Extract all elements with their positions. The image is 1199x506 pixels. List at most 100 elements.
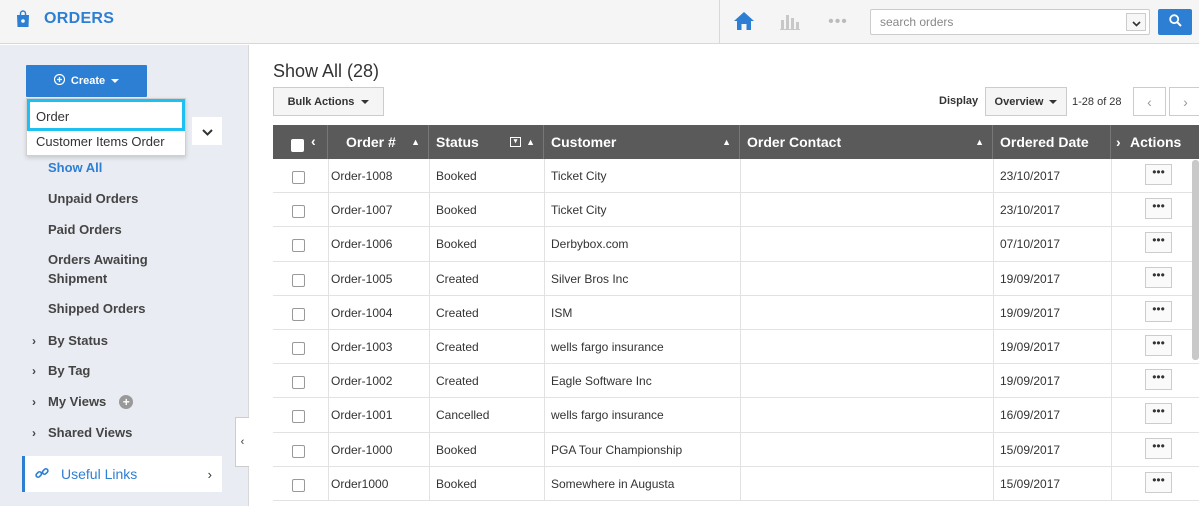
row-checkbox[interactable] xyxy=(292,478,305,492)
chevron-right-icon[interactable]: › xyxy=(1116,125,1121,159)
row-actions-button[interactable]: ••• xyxy=(1145,403,1172,425)
column-divider xyxy=(328,193,329,228)
table-row[interactable]: Order-1002 Created Eagle Software Inc 19/09… xyxy=(273,364,1199,399)
useful-links[interactable]: Useful Links › xyxy=(22,456,222,492)
table-row[interactable]: Order-1003 Created wells fargo insurance 19… xyxy=(273,329,1199,365)
pagination-text: 1-28 of 28 xyxy=(1072,96,1122,108)
column-divider xyxy=(429,329,430,364)
ellipsis-icon: ••• xyxy=(828,13,848,30)
table-row[interactable]: Order-1000 Booked PGA Tour Championship 15/… xyxy=(273,432,1199,467)
column-header-status[interactable]: Status ▾ ▲ xyxy=(429,125,544,159)
column-header-order-number[interactable]: Order # ▲ xyxy=(328,125,429,159)
sidebar-item-shipped-orders[interactable]: Shipped Orders xyxy=(48,299,146,318)
column-divider xyxy=(429,364,430,399)
column-divider xyxy=(993,261,994,296)
select-all-checkbox[interactable] xyxy=(291,139,304,152)
next-page-button[interactable]: › xyxy=(1169,87,1199,116)
filter-icon[interactable]: ▾ xyxy=(510,137,521,147)
bulk-actions-label: Bulk Actions xyxy=(287,95,355,108)
row-checkbox[interactable] xyxy=(292,171,305,184)
row-actions-button[interactable]: ••• xyxy=(1145,369,1172,391)
row-checkbox[interactable] xyxy=(292,273,305,287)
chevron-left-icon: ‹ xyxy=(240,436,245,448)
row-checkbox[interactable] xyxy=(292,205,305,219)
column-header-ordered-date[interactable]: Ordered Date xyxy=(993,125,1111,159)
dropdown-item-customer-items-order[interactable]: Customer Items Order xyxy=(27,131,185,153)
search-button[interactable] xyxy=(1158,9,1192,35)
row-actions-button[interactable]: ••• xyxy=(1145,300,1172,322)
sidebar-item-unpaid-orders[interactable]: Unpaid Orders xyxy=(48,189,138,208)
status-cell: Booked xyxy=(436,442,477,457)
row-checkbox[interactable] xyxy=(292,444,305,458)
row-actions-button[interactable]: ••• xyxy=(1145,334,1172,356)
row-checkbox[interactable] xyxy=(292,410,305,424)
table-row[interactable]: Order-1006 Booked Derbybox.com 07/10/2017 ••… xyxy=(273,227,1199,262)
ordered-date-cell: 15/09/2017 xyxy=(1000,442,1061,457)
home-icon xyxy=(733,11,755,34)
vertical-scrollbar[interactable] xyxy=(1192,160,1199,360)
column-divider xyxy=(328,329,329,364)
sidebar-item-show-all[interactable]: Show All xyxy=(48,158,102,177)
search-input[interactable] xyxy=(871,10,1121,34)
table-row[interactable]: Order-1008 Booked Ticket City 23/10/2017 ••• xyxy=(273,159,1199,194)
home-button[interactable] xyxy=(722,0,766,44)
row-actions-button[interactable]: ••• xyxy=(1145,437,1172,459)
column-header-order-contact[interactable]: Order Contact ▲ xyxy=(740,125,993,159)
order-number-cell: Order-1001 xyxy=(331,408,393,423)
column-divider xyxy=(429,295,430,330)
topbar-divider xyxy=(719,0,720,44)
sidebar-item-paid-orders[interactable]: Paid Orders xyxy=(48,220,122,239)
table-row[interactable]: Order-1004 Created ISM 19/09/2017 ••• xyxy=(273,295,1199,330)
sidebar-item-orders-awaiting-shipment[interactable]: Orders Awaiting Shipment xyxy=(48,250,178,288)
link-icon xyxy=(35,466,49,483)
row-actions-button[interactable]: ••• xyxy=(1145,232,1172,254)
column-divider xyxy=(993,398,994,433)
chevron-left-icon[interactable]: ‹ xyxy=(311,125,316,157)
column-divider xyxy=(1111,329,1112,364)
sidebar-group-shared-views[interactable]: › Shared Views xyxy=(32,425,132,440)
table-row[interactable]: Order-1007 Booked Ticket City 23/10/2017 ••• xyxy=(273,193,1199,228)
bar-chart-icon xyxy=(780,12,800,33)
sidebar-group-by-tag[interactable]: › By Tag xyxy=(32,363,90,378)
create-button[interactable]: Create xyxy=(26,65,147,97)
row-actions-button[interactable]: ••• xyxy=(1145,266,1172,288)
column-divider xyxy=(993,295,994,330)
reports-button[interactable] xyxy=(772,0,808,44)
table-row[interactable]: Order-1005 Created Silver Bros Inc 19/09/20… xyxy=(273,261,1199,296)
display-select[interactable]: Overview xyxy=(985,87,1067,116)
row-checkbox[interactable] xyxy=(292,341,305,355)
column-divider xyxy=(740,329,741,364)
column-divider xyxy=(429,261,430,296)
column-header-customer[interactable]: Customer ▲ xyxy=(544,125,740,159)
sidebar-group-my-views[interactable]: › My Views + xyxy=(32,394,134,409)
chevron-right-icon: › xyxy=(32,425,36,440)
ordered-date-cell: 16/09/2017 xyxy=(1000,408,1061,423)
chevron-right-icon: › xyxy=(207,466,212,482)
column-divider xyxy=(993,159,994,193)
column-divider xyxy=(740,261,741,296)
column-divider xyxy=(328,398,329,433)
order-number-cell: Order-1008 xyxy=(331,169,393,183)
collapse-section-button[interactable] xyxy=(192,117,222,145)
previous-page-button[interactable]: ‹ xyxy=(1133,87,1166,116)
bulk-actions-button[interactable]: Bulk Actions xyxy=(273,87,384,116)
more-options-button[interactable]: ••• xyxy=(818,0,858,44)
search-dropdown-button[interactable] xyxy=(1126,13,1146,31)
column-divider xyxy=(429,432,430,467)
row-actions-button[interactable]: ••• xyxy=(1145,198,1172,220)
row-checkbox[interactable] xyxy=(292,376,305,390)
customer-cell: Eagle Software Inc xyxy=(551,374,652,389)
sidebar-collapse-toggle[interactable]: ‹ xyxy=(235,417,249,467)
table-row[interactable]: Order-1001 Cancelled wells fargo insurance… xyxy=(273,398,1199,433)
table-row[interactable]: Order1000 Booked Somewhere in Augusta 15/09… xyxy=(273,466,1199,501)
dropdown-item-order[interactable]: Order xyxy=(27,99,185,131)
add-view-icon[interactable]: + xyxy=(119,394,134,409)
row-checkbox[interactable] xyxy=(292,239,305,253)
row-checkbox[interactable] xyxy=(292,307,305,321)
sort-icon: ▲ xyxy=(411,137,420,147)
row-actions-button[interactable]: ••• xyxy=(1145,471,1172,493)
column-divider xyxy=(993,364,994,399)
column-divider xyxy=(544,329,545,364)
sidebar-group-by-status[interactable]: › By Status xyxy=(32,333,108,348)
row-actions-button[interactable]: ••• xyxy=(1145,164,1172,185)
